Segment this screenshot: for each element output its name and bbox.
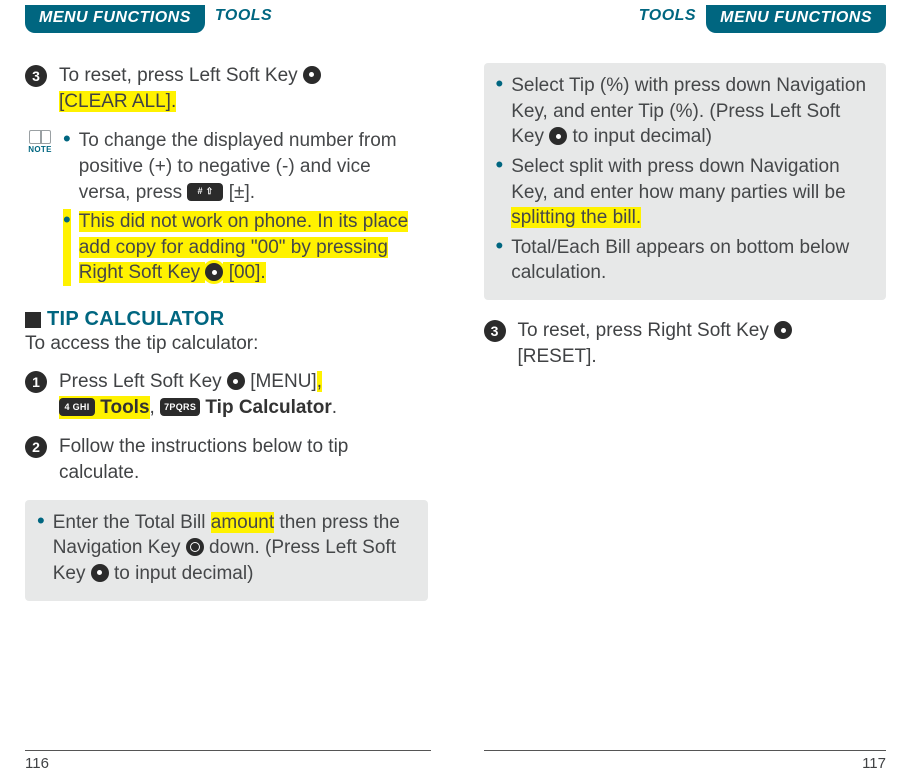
- note-block: NOTE • To change the displayed number fr…: [25, 128, 428, 290]
- bullet-icon: •: [496, 154, 504, 231]
- step-3-right: 3 To reset, press Right Soft Key [RESET]…: [484, 318, 887, 369]
- square-icon: [25, 312, 41, 328]
- step-1-text: Press Left Soft Key [MENU], 4 GHI Tools,…: [59, 369, 337, 420]
- infobox-r1-text: Select Tip (%) with press down Navigatio…: [511, 73, 874, 150]
- step1-comma1: ,: [317, 371, 322, 392]
- infobox-r2-text: Select split with press down Navigation …: [511, 154, 874, 231]
- step1-a: Press Left Soft Key: [59, 371, 227, 392]
- note2-text: This did not work on phone. In its place…: [79, 209, 428, 286]
- bullet-icon: •: [496, 73, 504, 150]
- note-body: • To change the displayed number from po…: [63, 128, 428, 290]
- step-3-right-text: To reset, press Right Soft Key [RESET].: [518, 318, 793, 369]
- note1-text: To change the displayed number from posi…: [79, 128, 428, 205]
- bullet-icon-hl: •: [63, 209, 71, 286]
- step-2-text: Follow the instructions below to tip cal…: [59, 434, 428, 485]
- step1-menu: [MENU]: [245, 371, 317, 392]
- left-soft-key-icon: [91, 564, 109, 582]
- infobox-left-item: • Enter the Total Bill amount then press…: [37, 510, 416, 587]
- rbox2-split: splitting the bill.: [511, 207, 641, 228]
- infobox-left-text: Enter the Total Bill amount then press t…: [53, 510, 416, 587]
- bullet-1-icon: 1: [25, 371, 47, 393]
- tip-calculator-sub: To access the tip calculator:: [25, 333, 428, 355]
- page-number-left: 116: [25, 755, 49, 772]
- header-right: TOOLS MENU FUNCTIONS: [484, 5, 887, 45]
- book-icon: [29, 130, 51, 144]
- step-1: 1 Press Left Soft Key [MENU], 4 GHI Tool…: [25, 369, 428, 420]
- box1-a: Enter the Total Bill: [53, 512, 211, 533]
- step1-comma2: ,: [150, 397, 161, 418]
- header-left: MENU FUNCTIONS TOOLS: [25, 5, 428, 45]
- rbox1-b: to input decimal): [567, 126, 712, 147]
- tab-tools: TOOLS: [205, 5, 282, 25]
- note-item-2: • This did not work on phone. In its pla…: [63, 209, 428, 286]
- hash-key-icon: # ⇧: [187, 183, 223, 201]
- step1-tipcalc: Tip Calculator: [200, 397, 332, 418]
- step1-period: .: [332, 397, 337, 418]
- bullet-2-icon: 2: [25, 436, 47, 458]
- step1-tools: Tools: [95, 397, 150, 418]
- rstep3-a: To reset, press Right Soft Key: [518, 320, 775, 341]
- note1-b: [±].: [223, 182, 255, 203]
- right-soft-key-icon: [205, 263, 223, 281]
- page-right: TOOLS MENU FUNCTIONS • Select Tip (%) wi…: [456, 0, 911, 782]
- tip-calculator-title: TIP CALCULATOR: [47, 308, 225, 331]
- infobox-right-item-3: • Total/Each Bill appears on bottom belo…: [496, 235, 875, 286]
- infobox-right-item-1: • Select Tip (%) with press down Navigat…: [496, 73, 875, 150]
- step3-clear-all: [CLEAR ALL].: [59, 91, 176, 112]
- rstep3-reset: [RESET].: [518, 346, 597, 367]
- page-left: MENU FUNCTIONS TOOLS 3 To reset, press L…: [0, 0, 456, 782]
- box1-amount: amount: [211, 512, 274, 533]
- info-box-right: • Select Tip (%) with press down Navigat…: [484, 63, 887, 300]
- left-soft-key-icon: [303, 66, 321, 84]
- left-soft-key-icon: [549, 127, 567, 145]
- note2-b: [00].: [223, 262, 265, 283]
- info-box-left: • Enter the Total Bill amount then press…: [25, 500, 428, 601]
- bullet-icon: •: [37, 510, 45, 587]
- bullet-3-icon: 3: [484, 320, 506, 342]
- infobox-r3-text: Total/Each Bill appears on bottom below …: [511, 235, 874, 286]
- step-3-left: 3 To reset, press Left Soft Key [CLEAR A…: [25, 63, 428, 114]
- key-4-icon: 4 GHI: [59, 398, 95, 416]
- tab-tools-right: TOOLS: [629, 5, 706, 25]
- note-item-1: • To change the displayed number from po…: [63, 128, 428, 205]
- tip-calculator-heading: TIP CALCULATOR: [25, 308, 428, 331]
- step-3-text: To reset, press Left Soft Key [CLEAR ALL…: [59, 63, 321, 114]
- bullet-icon: •: [496, 235, 504, 286]
- page-number-right: 117: [862, 755, 886, 772]
- step3-text-a: To reset, press Left Soft Key: [59, 65, 303, 86]
- note-label: NOTE: [28, 145, 51, 154]
- bullet-3-icon: 3: [25, 65, 47, 87]
- tab-menu-functions: MENU FUNCTIONS: [25, 5, 205, 33]
- page-container: MENU FUNCTIONS TOOLS 3 To reset, press L…: [0, 0, 911, 782]
- navigation-key-icon: [186, 538, 204, 556]
- footer-left: 116: [25, 750, 431, 772]
- note-icon: NOTE: [25, 130, 55, 290]
- right-soft-key-icon: [774, 321, 792, 339]
- step-2: 2 Follow the instructions below to tip c…: [25, 434, 428, 485]
- left-soft-key-icon: [227, 372, 245, 390]
- rbox2-a: Select split with press down Navigation …: [511, 156, 845, 203]
- tab-menu-functions-right: MENU FUNCTIONS: [706, 5, 886, 33]
- box1-d: to input decimal): [109, 563, 254, 584]
- key-7-icon: 7PQRS: [160, 398, 200, 416]
- bullet-icon: •: [63, 128, 71, 205]
- infobox-right-item-2: • Select split with press down Navigatio…: [496, 154, 875, 231]
- footer-right: 117: [484, 750, 887, 772]
- step1-line2-hl: 4 GHI Tools: [59, 396, 150, 419]
